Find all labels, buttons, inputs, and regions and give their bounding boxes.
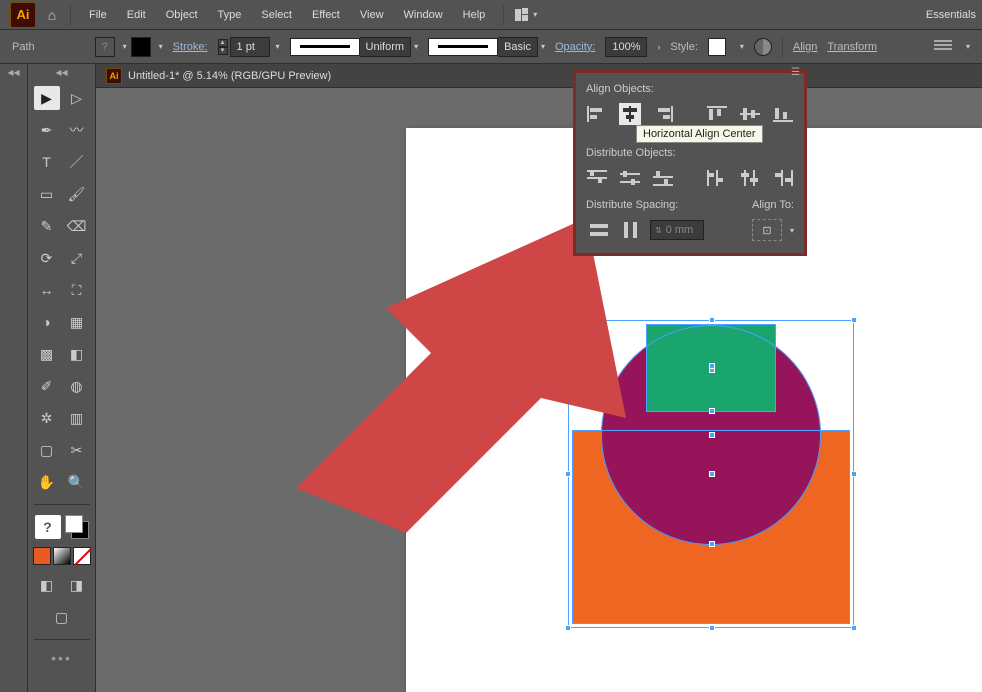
perspective-grid-tool[interactable]: ▦ bbox=[64, 310, 90, 334]
rotate-tool[interactable]: ⟳ bbox=[34, 246, 60, 270]
toolbar-collapse-icon[interactable]: ◀◀ bbox=[28, 68, 95, 82]
distribute-left-button[interactable] bbox=[706, 167, 727, 189]
distribute-hcenter-button[interactable] bbox=[739, 167, 760, 189]
align-right-button[interactable] bbox=[653, 103, 674, 125]
distribute-bottom-button[interactable] bbox=[653, 167, 674, 189]
menu-help[interactable]: Help bbox=[453, 0, 496, 30]
selection-tool[interactable]: ▶ bbox=[34, 86, 60, 110]
app-icon: Ai bbox=[10, 2, 36, 28]
align-vcenter-button[interactable] bbox=[739, 103, 760, 125]
distribute-top-button[interactable] bbox=[586, 167, 607, 189]
align-left-button[interactable] bbox=[586, 103, 607, 125]
opacity-value[interactable]: 100% bbox=[605, 37, 647, 57]
fill-stroke-swatch[interactable] bbox=[65, 515, 89, 539]
direct-selection-tool[interactable]: ▷ bbox=[64, 86, 90, 110]
distribute-spacing-label: Distribute Spacing: bbox=[586, 199, 704, 211]
opacity-chevron-icon[interactable]: › bbox=[657, 42, 660, 52]
screen-mode-icon[interactable]: ◨ bbox=[64, 573, 90, 597]
document-tab-title[interactable]: Untitled-1* @ 5.14% (RGB/GPU Preview) bbox=[128, 70, 331, 82]
rectangle-tool[interactable]: ▭ bbox=[34, 182, 60, 206]
shape-builder-tool[interactable]: ◑ bbox=[34, 310, 60, 334]
align-bottom-button[interactable] bbox=[773, 103, 794, 125]
distribute-vcenter-button[interactable] bbox=[619, 167, 640, 189]
none-mode-swatch[interactable] bbox=[73, 547, 91, 565]
gradient-tool[interactable]: ◧ bbox=[64, 342, 90, 366]
distribute-right-button[interactable] bbox=[773, 167, 794, 189]
column-graph-tool[interactable]: ▥ bbox=[64, 406, 90, 430]
brush-dropdown[interactable]: Basic ▾ bbox=[428, 37, 545, 57]
selection-type-label: Path bbox=[12, 41, 35, 53]
align-to-label: Align To: bbox=[752, 199, 794, 211]
gradient-mode-swatch[interactable] bbox=[53, 547, 71, 565]
menu-window[interactable]: Window bbox=[394, 0, 453, 30]
horizontal-spacing-button[interactable] bbox=[618, 219, 644, 241]
scale-tool[interactable]: ⤢ bbox=[64, 246, 90, 270]
zoom-tool[interactable]: 🔍 bbox=[64, 470, 90, 494]
stroke-link[interactable]: Stroke: bbox=[173, 41, 208, 53]
stroke-swatch[interactable] bbox=[131, 37, 151, 57]
free-transform-tool[interactable]: ⛶ bbox=[64, 278, 90, 302]
stroke-weight-value: 1 pt bbox=[230, 37, 270, 57]
paintbrush-tool[interactable]: 🖌 bbox=[64, 182, 90, 206]
eyedropper-tool[interactable]: ✐ bbox=[34, 374, 60, 398]
toolbox-help-icon[interactable]: ? bbox=[35, 515, 61, 539]
vertical-spacing-button[interactable] bbox=[586, 219, 612, 241]
align-objects-label: Align Objects: bbox=[586, 83, 794, 95]
fill-dropdown-icon[interactable]: ▾ bbox=[123, 42, 127, 51]
home-icon[interactable]: ⌂ bbox=[42, 5, 62, 25]
eraser-tool[interactable]: ⌫ bbox=[64, 214, 90, 238]
menu-select[interactable]: Select bbox=[251, 0, 302, 30]
align-to-dropdown[interactable]: ⊡ bbox=[752, 219, 782, 241]
menu-view[interactable]: View bbox=[350, 0, 394, 30]
line-tool[interactable]: ／ bbox=[64, 150, 90, 174]
align-link[interactable]: Align bbox=[793, 41, 817, 53]
color-mode-swatch[interactable] bbox=[33, 547, 51, 565]
pen-tool[interactable]: ✒ bbox=[34, 118, 60, 142]
menu-type[interactable]: Type bbox=[208, 0, 252, 30]
menu-object[interactable]: Object bbox=[156, 0, 208, 30]
menu-effect[interactable]: Effect bbox=[302, 0, 350, 30]
align-to-chevron-icon[interactable]: ▾ bbox=[790, 226, 794, 235]
mesh-tool[interactable]: ▩ bbox=[34, 342, 60, 366]
align-hcenter-button[interactable] bbox=[619, 103, 640, 125]
symbol-sprayer-tool[interactable]: ✲ bbox=[34, 406, 60, 430]
align-panel: ☰ Align Objects: Horizontal Align Center… bbox=[573, 70, 807, 256]
artboard-tool[interactable]: ▢ bbox=[34, 438, 60, 462]
arrange-documents-button[interactable]: ▾ bbox=[512, 5, 540, 25]
profile-dropdown[interactable]: Uniform ▾ bbox=[290, 37, 419, 57]
workspace-name[interactable]: Essentials bbox=[926, 9, 982, 21]
menu-file[interactable]: File bbox=[79, 0, 117, 30]
opacity-link[interactable]: Opacity: bbox=[555, 41, 595, 53]
style-label: Style: bbox=[670, 41, 698, 53]
distribute-objects-label: Distribute Objects: bbox=[586, 147, 794, 159]
menu-edit[interactable]: Edit bbox=[117, 0, 156, 30]
hand-tool[interactable]: ✋ bbox=[34, 470, 60, 494]
stroke-weight-stepper[interactable]: ▴▾ 1 pt ▾ bbox=[218, 37, 280, 57]
canvas[interactable] bbox=[96, 88, 982, 692]
edit-toolbar-icon[interactable]: ••• bbox=[51, 650, 72, 666]
shaper-tool[interactable]: ✎ bbox=[34, 214, 60, 238]
fill-swatch[interactable]: ? bbox=[95, 37, 115, 57]
transform-link[interactable]: Transform bbox=[827, 41, 877, 53]
stroke-dropdown-icon[interactable]: ▾ bbox=[159, 42, 163, 51]
graphic-style-swatch[interactable] bbox=[708, 38, 726, 56]
curvature-tool[interactable]: 〰 bbox=[64, 118, 90, 142]
recolor-artwork-icon[interactable] bbox=[754, 38, 772, 56]
isolate-icon[interactable] bbox=[934, 40, 952, 54]
change-screen-icon[interactable]: ▢ bbox=[49, 605, 75, 629]
tooltip: Horizontal Align Center bbox=[636, 125, 763, 143]
type-tool[interactable]: T bbox=[34, 150, 60, 174]
panel-menu-icon[interactable]: ☰ bbox=[791, 67, 800, 78]
slice-tool[interactable]: ✂ bbox=[64, 438, 90, 462]
document-icon: Ai bbox=[106, 68, 122, 84]
blend-tool[interactable]: ◍ bbox=[64, 374, 90, 398]
draw-mode-icon[interactable]: ◧ bbox=[34, 573, 60, 597]
spacing-value-field[interactable]: ⇅0 mm bbox=[650, 220, 704, 240]
align-top-button[interactable] bbox=[706, 103, 727, 125]
panel-collapse-icon[interactable]: ◀◀ bbox=[0, 68, 27, 82]
width-tool[interactable]: ↔ bbox=[34, 278, 60, 302]
